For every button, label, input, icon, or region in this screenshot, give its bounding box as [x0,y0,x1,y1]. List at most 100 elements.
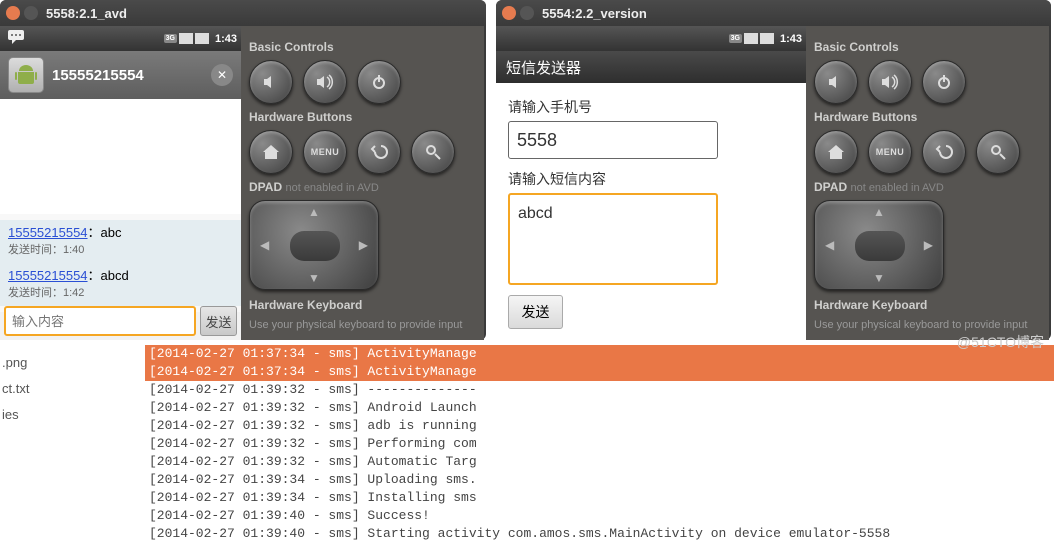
window-title: 5558:2.1_avd [46,6,127,21]
logcat-console: [2014-02-27 01:37:34 - sms] ActivityMana… [145,345,1054,543]
log-line: [2014-02-27 01:39:32 - sms] adb is runni… [145,417,1054,435]
signal-icon [179,33,193,44]
file-item: ct.txt [2,376,29,402]
dpad-left-icon[interactable]: ◀ [260,238,269,252]
file-item: .png [2,350,29,376]
emulator-window-5558: 5558:2.1_avd 3G 1:43 15555215554 ✕ [0,0,486,340]
label-phone: 请输入手机号 [508,97,794,117]
compose-input[interactable] [4,306,196,336]
hw-keyboard-hint: Use your physical keyboard to provide in… [249,318,476,333]
dpad-center-button[interactable] [855,231,905,261]
home-button[interactable] [249,130,293,174]
send-button[interactable]: 发送 [508,295,563,329]
window-titlebar[interactable]: 5554:2.2_version [496,0,1051,26]
section-basic-controls: Basic Controls [814,40,1041,54]
content-textarea[interactable]: abcd [508,193,718,285]
network-3g-icon: 3G [729,34,742,43]
dpad-up-icon[interactable]: ▲ [308,205,320,219]
dpad-right-icon[interactable]: ▶ [359,238,368,252]
sms-sep: ： [88,268,101,283]
sms-message: 15555215554：abc 发送时间：1:40 [0,220,241,263]
status-icons: 3G 1:43 [164,33,237,45]
log-line: [2014-02-27 01:37:34 - sms] ActivityMana… [145,345,1054,363]
phone-input[interactable]: 5558 [508,121,718,159]
volume-up-button[interactable] [303,60,347,104]
app-title: 短信发送器 [506,57,581,78]
menu-button[interactable]: MENU [303,130,347,174]
dpad-down-icon[interactable]: ▼ [873,271,885,285]
dpad: ▲ ▼ ◀ ▶ [249,200,379,290]
volume-down-button[interactable] [249,60,293,104]
window-minimize-icon[interactable] [520,6,534,20]
app-titlebar: 短信发送器 [496,51,806,83]
notification-header[interactable]: 15555215554 ✕ [0,51,241,99]
window-close-icon[interactable] [502,6,516,20]
status-clock: 1:43 [780,33,802,45]
dpad-up-icon[interactable]: ▲ [873,205,885,219]
sms-conversation[interactable]: 15555215554：abc 发送时间：1:40 15555215554：ab… [0,214,241,312]
emulator-side-panel: Basic Controls Hardware Buttons MENU DPA… [241,26,484,340]
section-dpad: DPAD not enabled in AVD [249,180,476,194]
label-content: 请输入短信内容 [508,169,794,189]
network-3g-icon: 3G [164,34,177,43]
sms-time: 发送时间：1:42 [8,284,233,300]
section-hw-keyboard: Hardware Keyboard [249,298,476,312]
log-line: [2014-02-27 01:39:34 - sms] Installing s… [145,489,1054,507]
watermark: @51CTO博客 [957,332,1044,352]
log-line: [2014-02-27 01:39:40 - sms] Starting act… [145,525,1054,543]
sms-message: 15555215554：abcd 发送时间：1:42 [0,263,241,306]
dpad-down-icon[interactable]: ▼ [308,271,320,285]
log-line: [2014-02-27 01:39:32 - sms] Android Laun… [145,399,1054,417]
section-hardware-buttons: Hardware Buttons [814,110,1041,124]
log-line: [2014-02-27 01:39:40 - sms] Success! [145,507,1054,525]
emulator-window-5554: 5554:2.2_version 3G 1:43 短信发送器 请输入手机号 55… [496,0,1051,340]
home-button[interactable] [814,130,858,174]
back-button[interactable] [357,130,401,174]
notification-title: 15555215554 [52,67,211,84]
section-basic-controls: Basic Controls [249,40,476,54]
section-hardware-buttons: Hardware Buttons [249,110,476,124]
window-minimize-icon[interactable] [24,6,38,20]
battery-icon [760,33,774,44]
android-status-bar[interactable]: 3G 1:43 [496,26,806,51]
android-robot-icon [8,57,44,93]
search-button[interactable] [976,130,1020,174]
volume-down-button[interactable] [814,60,858,104]
sms-time: 发送时间：1:40 [8,241,233,257]
sms-sender-link[interactable]: 15555215554 [8,225,88,240]
search-button[interactable] [411,130,455,174]
compose-row: 发送 [0,302,241,340]
phone-screen: 3G 1:43 15555215554 ✕ 15555215554：abc 发送… [0,26,241,340]
dpad-left-icon[interactable]: ◀ [825,238,834,252]
battery-icon [195,33,209,44]
sms-sender-link[interactable]: 15555215554 [8,268,88,283]
log-line: [2014-02-27 01:39:34 - sms] Uploading sm… [145,471,1054,489]
status-clock: 1:43 [215,33,237,45]
volume-up-button[interactable] [868,60,912,104]
signal-icon [744,33,758,44]
android-status-bar[interactable]: 3G 1:43 [0,26,241,51]
sms-body: abcd [101,268,129,283]
dpad-right-icon[interactable]: ▶ [924,238,933,252]
window-close-icon[interactable] [6,6,20,20]
dpad: ▲ ▼ ◀ ▶ [814,200,944,290]
log-line: [2014-02-27 01:39:32 - sms] Automatic Ta… [145,453,1054,471]
section-hw-keyboard: Hardware Keyboard [814,298,1041,312]
back-button[interactable] [922,130,966,174]
window-titlebar[interactable]: 5558:2.1_avd [0,0,486,26]
desktop-file-list: .png ct.txt ies [2,350,29,428]
power-button[interactable] [357,60,401,104]
sms-sep: ： [88,225,101,240]
menu-button[interactable]: MENU [868,130,912,174]
compose-send-button[interactable]: 发送 [200,306,237,336]
dpad-center-button[interactable] [290,231,340,261]
notification-close-icon[interactable]: ✕ [211,64,233,86]
log-line: [2014-02-27 01:37:34 - sms] ActivityMana… [145,363,1054,381]
sms-body: abc [101,225,122,240]
log-line: [2014-02-27 01:39:32 - sms] Performing c… [145,435,1054,453]
phone-screen: 3G 1:43 短信发送器 请输入手机号 5558 请输入短信内容 abcd 发… [496,26,806,340]
power-button[interactable] [922,60,966,104]
emulator-side-panel: Basic Controls Hardware Buttons MENU DPA… [806,26,1049,340]
status-icons: 3G 1:43 [729,33,802,45]
file-item: ies [2,402,29,428]
